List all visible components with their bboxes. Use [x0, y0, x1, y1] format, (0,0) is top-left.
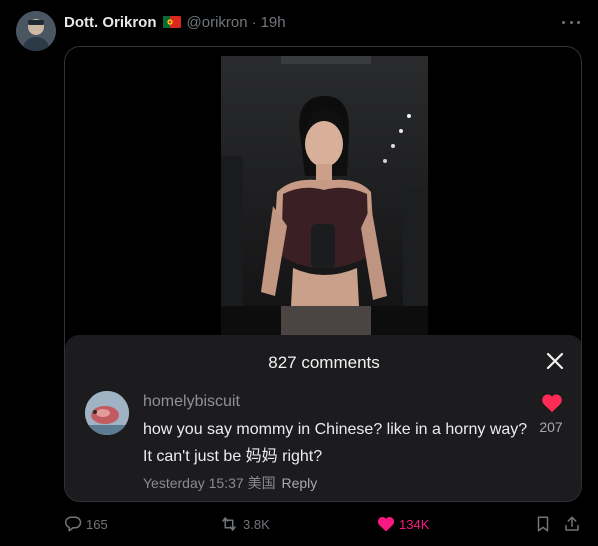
reply-button[interactable]: 165	[64, 512, 108, 536]
reply-count: 165	[86, 516, 108, 532]
heart-filled-icon	[377, 517, 395, 532]
comment-text: how you say mommy in Chinese? like in a …	[143, 421, 528, 465]
separator-dot: ·	[251, 13, 257, 31]
post-timestamp[interactable]: 19h	[261, 14, 286, 31]
like-count: 134K	[399, 516, 430, 532]
comment-username[interactable]: homelybiscuit	[143, 393, 240, 411]
more-options-icon[interactable]	[562, 13, 580, 31]
author-avatar[interactable]	[16, 11, 56, 51]
portugal-flag-icon	[162, 16, 181, 28]
repost-button[interactable]: 3.8K	[219, 512, 270, 536]
like-button[interactable]: 134K	[377, 512, 429, 536]
comment-like-count: 207	[539, 419, 563, 435]
author-name[interactable]: Dott. Orikron	[64, 14, 157, 31]
gym-photo	[221, 56, 428, 346]
comment-reply-button[interactable]: Reply	[281, 475, 317, 491]
commenter-avatar-image	[85, 391, 129, 435]
post-actions: 165 3.8K 134K	[64, 512, 582, 536]
comment-location: 美国	[247, 475, 276, 491]
heart-icon[interactable]	[541, 393, 563, 413]
share-icon	[565, 516, 579, 531]
close-icon[interactable]	[545, 351, 565, 371]
bookmark-button[interactable]	[534, 512, 552, 536]
comment-meta: Yesterday 15:37 美国 Reply	[143, 473, 317, 493]
video-thumbnail[interactable]	[221, 56, 428, 346]
comment-date: Yesterday 15:37	[143, 475, 244, 491]
comments-count: 827 comments	[268, 353, 380, 372]
author-handle[interactable]: @orikron	[187, 14, 248, 31]
avatar-image	[16, 11, 56, 51]
repost-icon	[222, 517, 236, 531]
comments-panel: 827 comments homelybiscuit how you say m…	[65, 335, 581, 501]
post-header: Dott. Orikron @orikron · 19h	[64, 12, 286, 32]
share-button[interactable]	[563, 512, 581, 536]
commenter-avatar[interactable]	[85, 391, 129, 435]
reply-icon	[65, 516, 82, 532]
media-card[interactable]: 827 comments homelybiscuit how you say m…	[64, 46, 582, 502]
bookmark-icon	[537, 516, 549, 532]
repost-count: 3.8K	[243, 516, 270, 532]
